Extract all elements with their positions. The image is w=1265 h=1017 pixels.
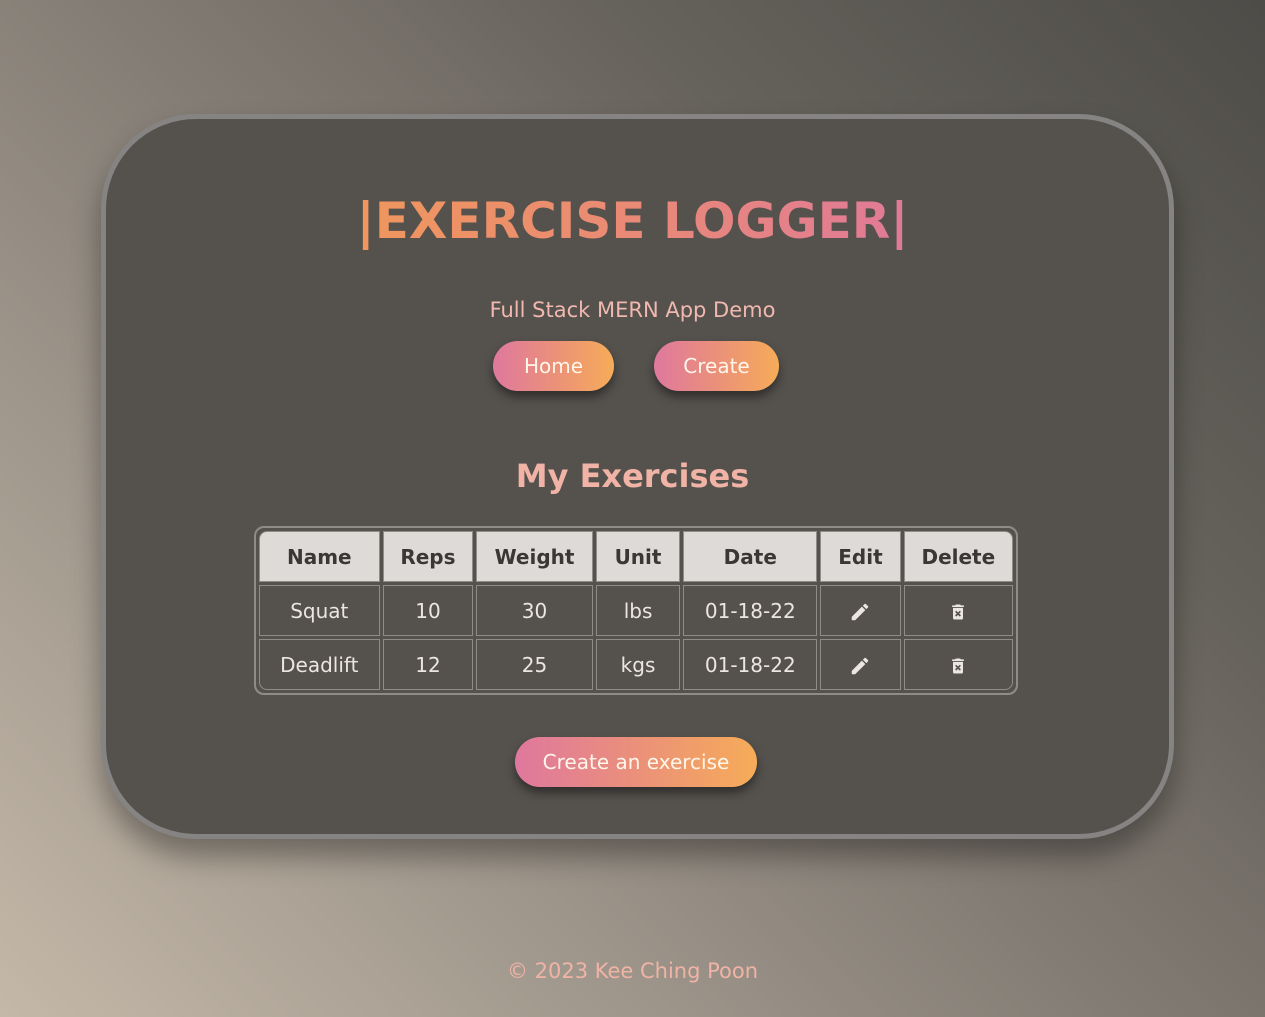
cell-name: Squat bbox=[259, 585, 380, 636]
table-row: Squat 10 30 lbs 01-18-22 bbox=[259, 585, 1013, 636]
exercises-table: Name Reps Weight Unit Date Edit Delete S… bbox=[254, 526, 1018, 695]
cell-delete bbox=[903, 639, 1013, 690]
column-header-unit: Unit bbox=[595, 531, 681, 582]
column-header-edit: Edit bbox=[820, 531, 901, 582]
table-header-row: Name Reps Weight Unit Date Edit Delete bbox=[259, 531, 1013, 582]
cell-edit bbox=[820, 639, 901, 690]
cell-weight: 30 bbox=[476, 585, 593, 636]
cell-edit bbox=[820, 585, 901, 636]
table-row: Deadlift 12 25 kgs 01-18-22 bbox=[259, 639, 1013, 690]
cell-name: Deadlift bbox=[259, 639, 380, 690]
pencil-icon[interactable] bbox=[849, 598, 871, 622]
nav-create-button[interactable]: Create bbox=[654, 341, 779, 391]
cell-reps: 12 bbox=[382, 639, 474, 690]
footer-copyright: © 2023 Kee Ching Poon bbox=[506, 959, 759, 983]
pencil-icon[interactable] bbox=[849, 652, 871, 676]
cell-unit: kgs bbox=[595, 639, 681, 690]
column-header-name: Name bbox=[259, 531, 380, 582]
cell-reps: 10 bbox=[382, 585, 474, 636]
trash-icon[interactable] bbox=[948, 652, 968, 676]
trash-icon[interactable] bbox=[948, 598, 968, 622]
cell-weight: 25 bbox=[476, 639, 593, 690]
page-subtitle: Full Stack MERN App Demo bbox=[489, 298, 776, 322]
column-header-delete: Delete bbox=[903, 531, 1013, 582]
create-exercise-button[interactable]: Create an exercise bbox=[515, 737, 757, 787]
column-header-weight: Weight bbox=[476, 531, 593, 582]
section-title-my-exercises: My Exercises bbox=[515, 457, 750, 495]
cell-unit: lbs bbox=[595, 585, 681, 636]
cell-date: 01-18-22 bbox=[683, 639, 818, 690]
cell-date: 01-18-22 bbox=[683, 585, 818, 636]
page-title: |EXERCISE LOGGER| bbox=[356, 186, 908, 256]
page-title-container: |EXERCISE LOGGER| bbox=[0, 186, 1265, 256]
column-header-date: Date bbox=[683, 531, 818, 582]
cell-delete bbox=[903, 585, 1013, 636]
column-header-reps: Reps bbox=[382, 531, 474, 582]
nav-home-button[interactable]: Home bbox=[493, 341, 614, 391]
